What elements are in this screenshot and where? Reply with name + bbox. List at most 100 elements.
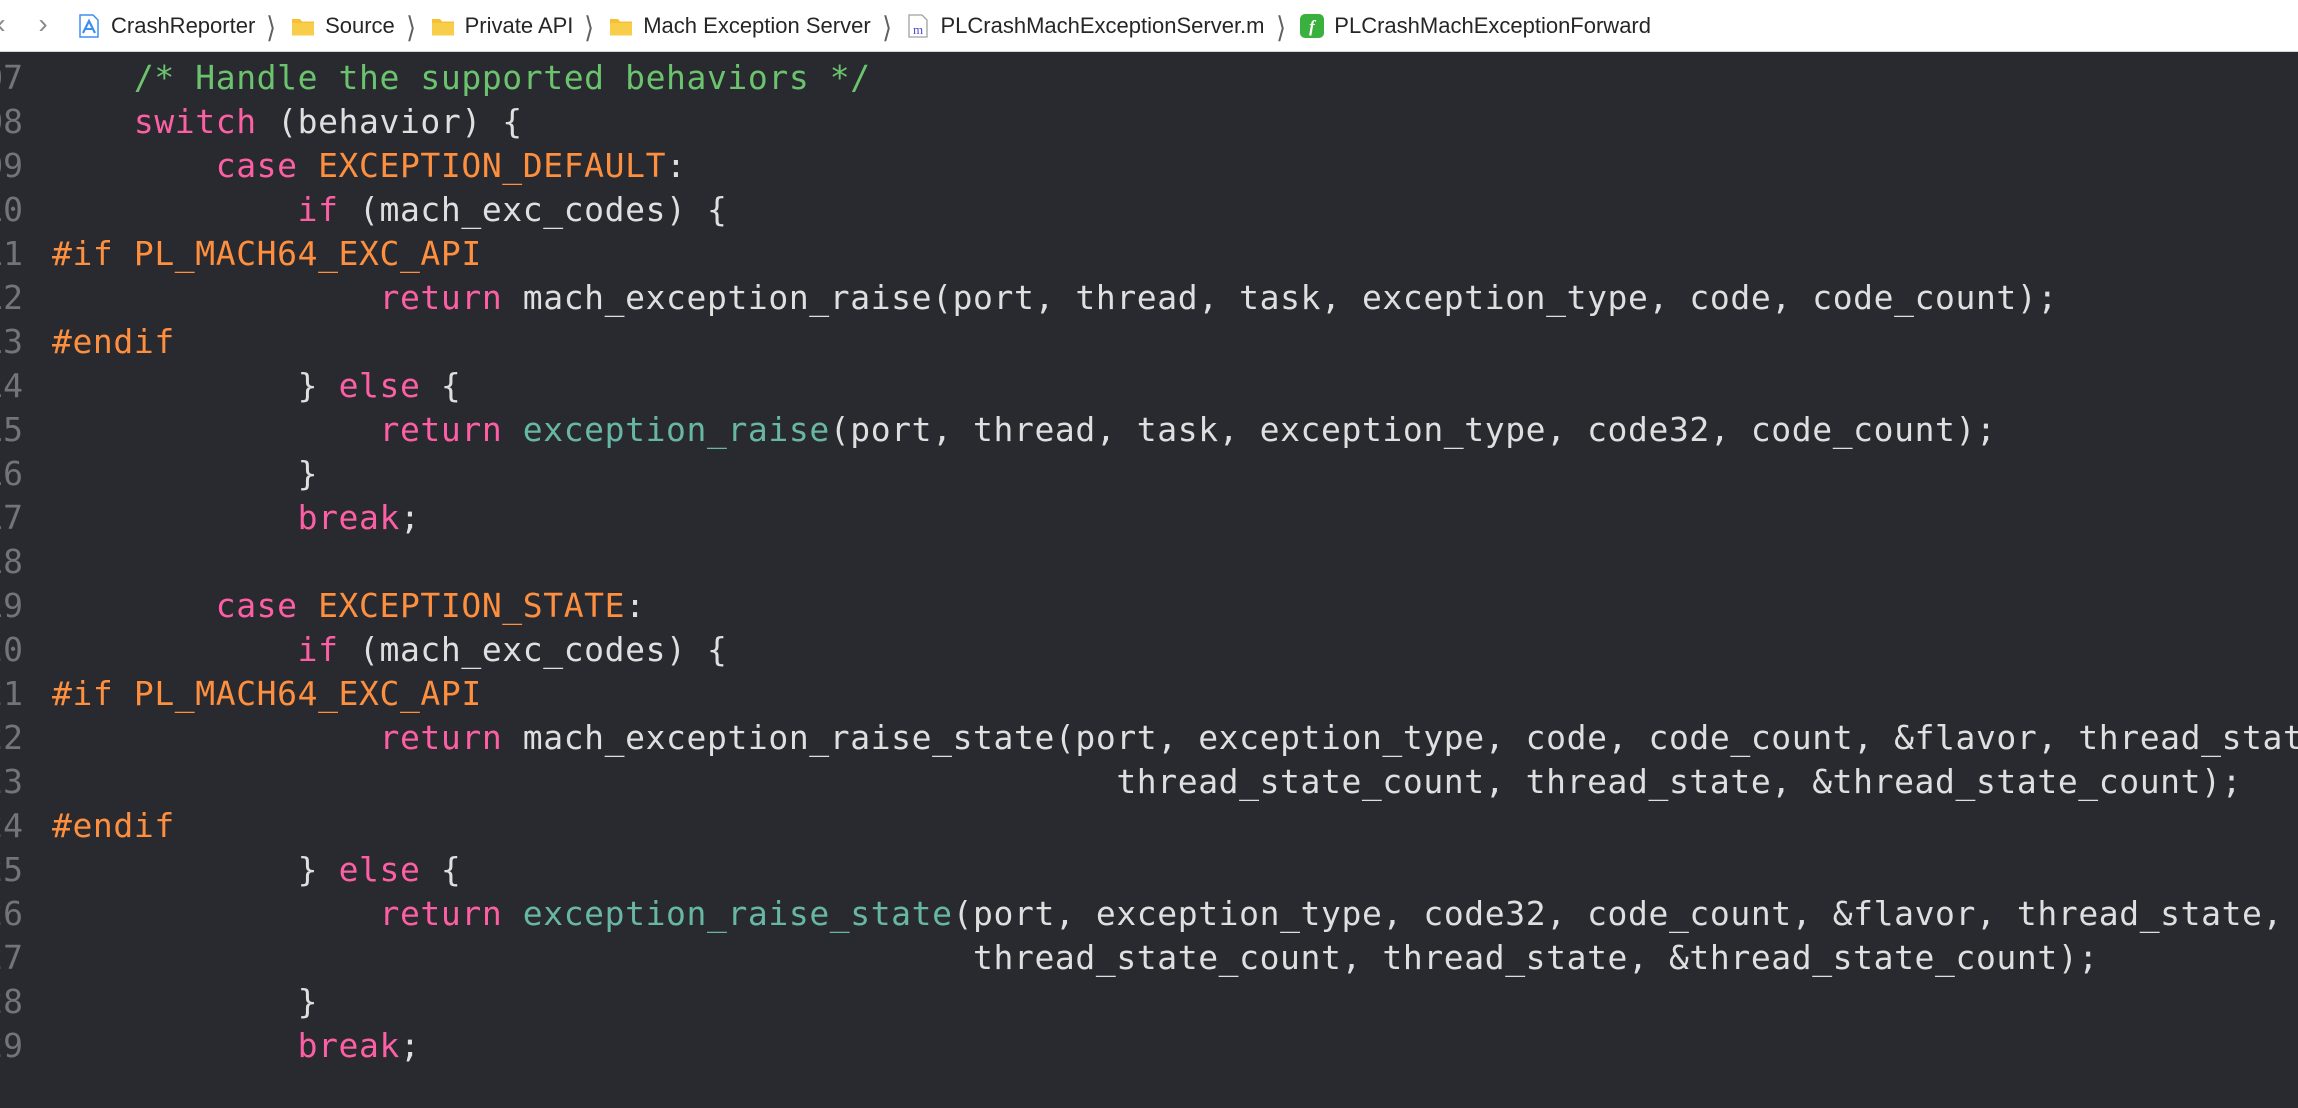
code-token-preproc: #endif bbox=[52, 806, 175, 845]
line-number: 15 bbox=[0, 410, 23, 449]
code-text: case EXCEPTION_DEFAULT: bbox=[52, 144, 687, 188]
code-line[interactable]: 13 #endif bbox=[0, 320, 2298, 364]
breadcrumb-label: Mach Exception Server bbox=[643, 13, 871, 38]
line-number: 26 bbox=[0, 894, 23, 933]
code-line[interactable]: 18 bbox=[0, 540, 2298, 584]
code-line[interactable]: 15 return exception_raise(port, thread, … bbox=[0, 408, 2298, 452]
code-token-comment: /* Handle the supported behaviors */ bbox=[133, 58, 871, 97]
code-text: return exception_raise_state(port, excep… bbox=[52, 892, 2283, 936]
line-number: 21 bbox=[0, 674, 23, 713]
code-line[interactable]: 12 return mach_exception_raise(port, thr… bbox=[0, 276, 2298, 320]
code-token-kw: return bbox=[379, 894, 503, 933]
source-editor[interactable]: 07 /* Handle the supported behaviors */0… bbox=[0, 52, 2298, 1108]
code-token-plain: } bbox=[52, 366, 339, 405]
code-line[interactable]: 11 #if PL_MACH64_EXC_API bbox=[0, 232, 2298, 276]
code-text: if (mach_exc_codes) { bbox=[52, 628, 727, 672]
line-number: 14 bbox=[0, 366, 23, 405]
code-line[interactable]: 08 switch (behavior) { bbox=[0, 100, 2298, 144]
chevron-right-icon: ❭ bbox=[265, 10, 278, 41]
code-token-plain: thread_state_count, thread_state, &threa… bbox=[52, 762, 2243, 801]
code-token-kw: if bbox=[297, 190, 339, 229]
breadcrumb-item[interactable]: Private API bbox=[430, 13, 573, 39]
line-number: 10 bbox=[0, 190, 23, 229]
code-text: #if PL_MACH64_EXC_API bbox=[52, 232, 482, 276]
code-line[interactable]: 23 thread_state_count, thread_state, &th… bbox=[0, 760, 2298, 804]
code-line[interactable]: 28 } bbox=[0, 980, 2298, 1024]
breadcrumb-item[interactable]: f PLCrashMachExceptionForward bbox=[1299, 13, 1651, 39]
code-line[interactable]: 20 if (mach_exc_codes) { bbox=[0, 628, 2298, 672]
code-line[interactable]: 26 return exception_raise_state(port, ex… bbox=[0, 892, 2298, 936]
function-icon: f bbox=[1299, 13, 1325, 39]
breadcrumb-item[interactable]: Source bbox=[290, 13, 395, 39]
code-text: break; bbox=[52, 496, 420, 540]
code-line[interactable]: 19 case EXCEPTION_STATE: bbox=[0, 584, 2298, 628]
line-number: 08 bbox=[0, 102, 23, 141]
code-token-plain: } bbox=[52, 982, 319, 1021]
code-token-preproc: #if PL_MACH64_EXC_API bbox=[52, 234, 482, 273]
breadcrumb: CrashReporter ❭ Source ❭ Private API ❭ Mach Ex… bbox=[76, 0, 1651, 51]
code-line[interactable]: 09 case EXCEPTION_DEFAULT: bbox=[0, 144, 2298, 188]
code-token-macro: EXCEPTION_STATE bbox=[318, 586, 626, 625]
line-number: 17 bbox=[0, 498, 23, 537]
line-number: 07 bbox=[0, 58, 23, 97]
code-text: return mach_exception_raise_state(port, … bbox=[52, 716, 2298, 760]
code-text: break; bbox=[52, 1024, 420, 1068]
code-line[interactable]: 07 /* Handle the supported behaviors */ bbox=[0, 56, 2298, 100]
code-line[interactable]: 17 break; bbox=[0, 496, 2298, 540]
back-arrow-icon[interactable]: ‹ bbox=[0, 6, 16, 42]
code-token-macro: EXCEPTION_DEFAULT bbox=[318, 146, 667, 185]
code-token-kw: return bbox=[379, 410, 503, 449]
code-token-kw: if bbox=[297, 630, 339, 669]
line-number: 18 bbox=[0, 542, 23, 581]
chevron-right-icon: ❭ bbox=[880, 10, 893, 41]
code-text: #endif bbox=[52, 320, 175, 364]
code-token-plain: (behavior) { bbox=[256, 102, 523, 141]
code-token-kw: switch bbox=[133, 102, 257, 141]
breadcrumb-item[interactable]: m PLCrashMachExceptionServer.m bbox=[905, 13, 1265, 39]
code-line[interactable]: 24 #endif bbox=[0, 804, 2298, 848]
line-number: 19 bbox=[0, 586, 23, 625]
code-line[interactable]: 21 #if PL_MACH64_EXC_API bbox=[0, 672, 2298, 716]
code-token-kw: else bbox=[338, 366, 421, 405]
code-token-preproc: #if PL_MACH64_EXC_API bbox=[52, 674, 482, 713]
code-text: } else { bbox=[52, 364, 461, 408]
code-line[interactable]: 25 } else { bbox=[0, 848, 2298, 892]
jump-bar: ‹ › CrashReporter ❭ Source ❭ Private API ❭ Mac… bbox=[0, 0, 2298, 52]
breadcrumb-item[interactable]: Mach Exception Server bbox=[608, 13, 871, 39]
line-number: 27 bbox=[0, 938, 23, 977]
code-text: } else { bbox=[52, 848, 461, 892]
folder-icon bbox=[608, 13, 634, 39]
objc-file-icon: m bbox=[905, 13, 931, 39]
code-token-call: exception_raise_state bbox=[522, 894, 953, 933]
code-line[interactable]: 27 thread_state_count, thread_state, &th… bbox=[0, 936, 2298, 980]
code-text: thread_state_count, thread_state, &threa… bbox=[52, 936, 2099, 980]
line-number: 13 bbox=[0, 322, 23, 361]
code-line[interactable]: 16 } bbox=[0, 452, 2298, 496]
breadcrumb-item[interactable]: CrashReporter bbox=[76, 13, 255, 39]
code-line[interactable]: 14 } else { bbox=[0, 364, 2298, 408]
code-token-plain: (mach_exc_codes) { bbox=[338, 190, 728, 229]
forward-arrow-icon[interactable]: › bbox=[28, 6, 58, 42]
code-token-plain: : bbox=[625, 586, 646, 625]
breadcrumb-label: PLCrashMachExceptionServer.m bbox=[940, 13, 1265, 38]
line-number: 16 bbox=[0, 454, 23, 493]
line-number: 20 bbox=[0, 630, 23, 669]
code-line[interactable]: 10 if (mach_exc_codes) { bbox=[0, 188, 2298, 232]
code-token-plain: (mach_exc_codes) { bbox=[338, 630, 728, 669]
code-token-plain: : bbox=[666, 146, 687, 185]
code-token-plain: ; bbox=[399, 498, 421, 537]
line-number: 23 bbox=[0, 762, 23, 801]
code-token-preproc: #endif bbox=[52, 322, 175, 361]
code-line[interactable]: 29 break; bbox=[0, 1024, 2298, 1068]
code-line[interactable]: 22 return mach_exception_raise_state(por… bbox=[0, 716, 2298, 760]
